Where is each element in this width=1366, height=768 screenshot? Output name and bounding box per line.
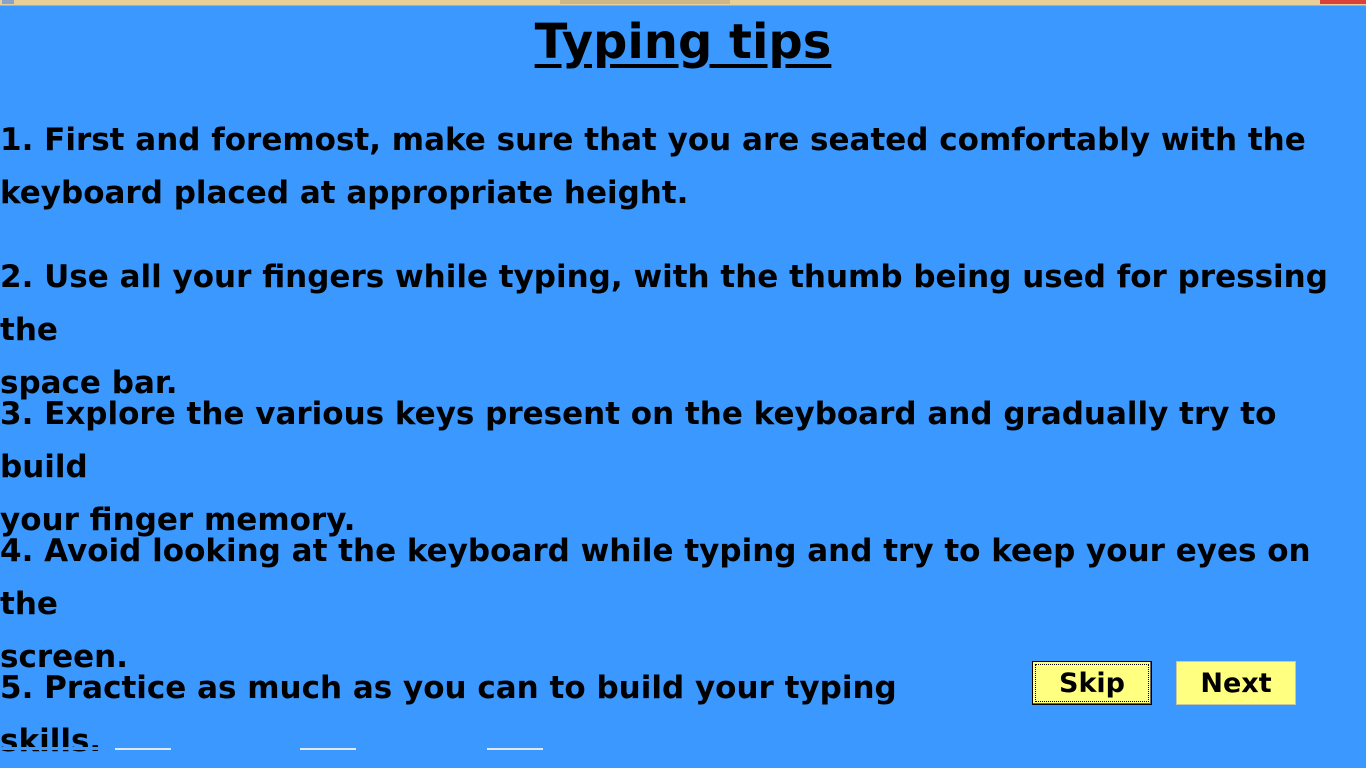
tip-item-1: 1. First and foremost, make sure that yo… (0, 122, 1306, 211)
tip-item-3: 3. Explore the various keys present on t… (0, 396, 1277, 538)
window-title (560, 0, 730, 4)
tip-item-2: 2. Use all your fingers while typing, wi… (0, 259, 1328, 401)
page-title: Typing tips (534, 14, 832, 70)
app-icon (2, 0, 14, 4)
window-title-bar (0, 0, 1366, 6)
skip-button[interactable]: Skip (1032, 661, 1152, 705)
close-icon[interactable] (1320, 0, 1366, 4)
tip-item-5: 5. Practice as much as you can to build … (0, 670, 897, 759)
next-button[interactable]: Next (1176, 661, 1296, 705)
